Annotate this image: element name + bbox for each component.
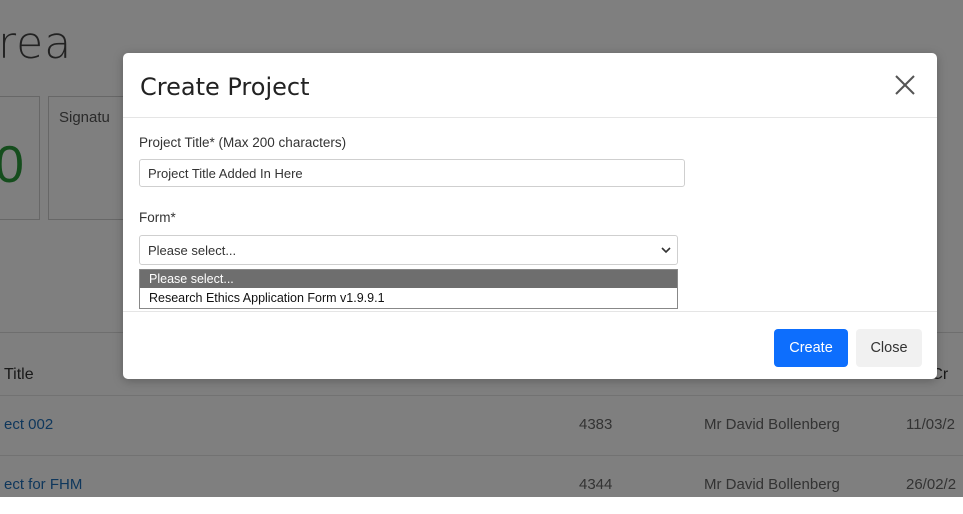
form-select-value: Please select...: [148, 243, 237, 258]
dropdown-option-label: Research Ethics Application Form v1.9.9.…: [149, 291, 385, 305]
project-title-label: Project Title* (Max 200 characters): [139, 135, 347, 150]
create-project-modal: Create Project Project Title* (Max 200 c…: [123, 53, 937, 379]
dropdown-option-label: Please select...: [149, 272, 234, 286]
modal-header: Create Project: [123, 53, 937, 118]
chevron-down-icon: [660, 244, 672, 256]
project-title-input[interactable]: [139, 159, 685, 187]
close-button[interactable]: Close: [856, 329, 922, 367]
modal-footer: Create Close: [123, 311, 937, 380]
create-button[interactable]: Create: [774, 329, 848, 367]
close-icon[interactable]: [893, 73, 917, 97]
dropdown-option-please-select[interactable]: Please select...: [140, 270, 677, 288]
form-select[interactable]: Please select...: [139, 235, 678, 265]
form-dropdown-list: Please select... Research Ethics Applica…: [139, 269, 678, 309]
dropdown-option-research-ethics[interactable]: Research Ethics Application Form v1.9.9.…: [140, 289, 677, 307]
modal-title: Create Project: [140, 73, 310, 101]
form-label: Form*: [139, 210, 176, 225]
